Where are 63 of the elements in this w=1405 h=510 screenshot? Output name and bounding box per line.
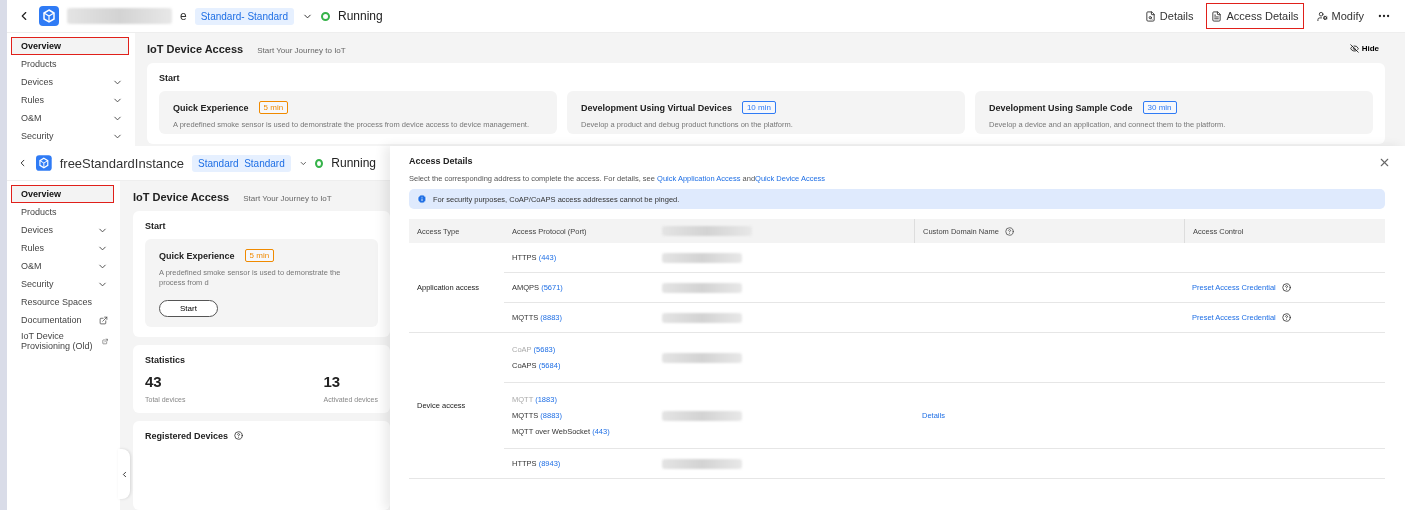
sidebar-item[interactable]: O&M [11,109,129,127]
start-button[interactable]: Start [159,299,218,317]
stat-value: 13 [323,372,342,390]
sidebar-item[interactable]: Rules [11,239,114,257]
sidebar-item[interactable]: Devices [11,221,114,239]
sidebar-item[interactable]: Documentation [11,311,114,329]
help-icon[interactable] [1281,313,1291,322]
sidebar-item[interactable]: Resource Spaces [11,293,114,311]
header-action-button[interactable]: Modify [1311,3,1369,29]
header-action-button[interactable]: Access Details [1206,3,1304,29]
sidebar-item[interactable]: Products [11,203,114,221]
page-title: IoT Device Access [147,43,244,55]
time-tag: 10 min [741,101,776,114]
app-logo-icon [39,6,59,26]
app-logo-icon [36,153,52,173]
sidebar-item[interactable]: Overview [11,185,114,203]
card-title: Statistics [145,354,187,365]
sidebar-item[interactable]: Security [11,275,114,293]
sidebar-item[interactable]: Products [11,55,129,73]
document-icon [1211,10,1223,22]
external-link-icon [99,315,108,325]
header-action-button[interactable]: Details [1139,3,1199,29]
sidebar-item[interactable]: Overview [11,37,129,55]
sidebar-item[interactable]: Devices [11,73,129,91]
hide-button[interactable]: Hide [1343,43,1385,54]
help-icon[interactable] [234,431,244,440]
search-document-icon [1144,10,1156,22]
help-icon[interactable] [1281,283,1291,292]
status-text: Running [337,9,383,23]
eye-off-icon [1349,44,1359,53]
sidebar-item[interactable]: O&M [11,257,114,275]
status-icon [320,11,330,21]
card-title: Start [145,221,167,231]
experience-title: Quick Experience [159,250,235,261]
instance-name: e [180,9,187,23]
time-tag: 30 min [1142,101,1177,114]
sidebar-item[interactable]: Security [11,127,129,145]
sidebar-item[interactable]: Rules [11,91,129,109]
instance-name: freeStandardInstance [59,155,184,171]
page-title: IoT Device Access [133,191,230,203]
status-text: Running [331,156,376,170]
status-icon [315,158,324,168]
close-icon [1378,156,1391,169]
user-gear-icon [1316,10,1328,22]
edition-tag: Standard Standard [192,154,291,172]
experience-title: Development Using Virtual Devices [581,102,732,113]
info-icon [417,194,427,204]
page-subtitle: Start Your Journey to IoT [243,194,332,203]
sidebar-item[interactable]: IoT Device Provisioning (Old) [11,329,114,353]
page-subtitle: Start Your Journey to IoT [257,46,346,55]
time-tag: 5 min [244,249,275,262]
time-tag: 5 min [258,101,289,114]
close-button[interactable] [1378,156,1391,169]
drawer-title: Access Details [409,156,474,166]
external-link-icon [101,336,108,346]
edition-tag: Standard- Standard [194,7,294,25]
experience-title: Quick Experience [173,102,249,113]
experience-title: Development Using Sample Code [989,102,1133,113]
card-title: Start [159,73,181,83]
card-title: Registered Devices [145,430,229,441]
collapse-handle[interactable] [118,449,130,499]
help-icon[interactable] [1004,226,1014,236]
stat-value: 43 [145,372,163,390]
